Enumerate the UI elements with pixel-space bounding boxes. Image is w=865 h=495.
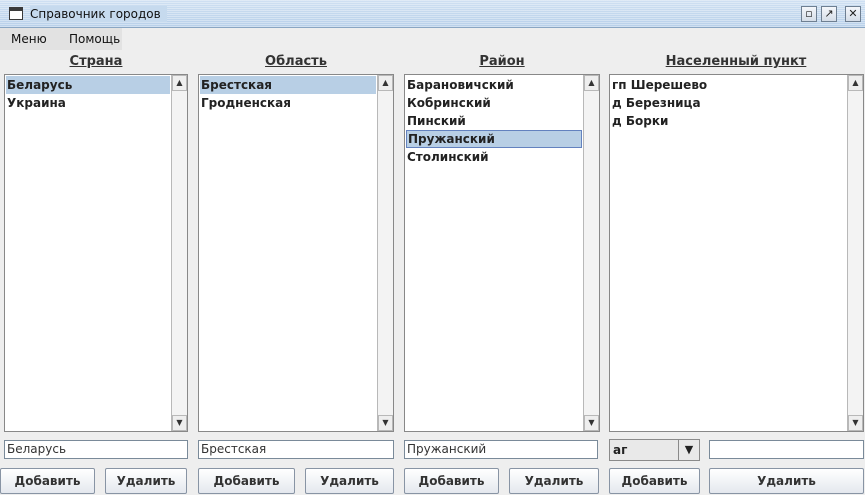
combo-selected-value: аг <box>613 443 628 457</box>
list-item[interactable]: д Борки <box>611 112 846 130</box>
list-item[interactable]: Пружанский <box>406 130 582 148</box>
scroll-down-icon[interactable]: ▼ <box>584 415 599 431</box>
delete-district-button[interactable]: Удалить <box>509 468 599 494</box>
add-country-button[interactable]: Добавить <box>0 468 95 494</box>
close-icon[interactable]: ✕ <box>845 6 861 22</box>
district-field[interactable]: Пружанский <box>404 440 598 459</box>
scroll-up-icon[interactable]: ▲ <box>584 75 599 91</box>
maximize-icon[interactable]: ↗ <box>821 6 837 22</box>
list-item[interactable]: Барановичский <box>406 76 582 94</box>
list-item[interactable]: Кобринский <box>406 94 582 112</box>
list-item[interactable]: Украина <box>6 94 170 112</box>
country-list[interactable]: Беларусь Украина ▲ ▼ <box>4 74 188 432</box>
window-icon <box>9 7 23 20</box>
window-title: Справочник городов <box>30 6 167 22</box>
scrollbar[interactable]: ▲ ▼ <box>583 75 599 431</box>
delete-settlement-button[interactable]: Удалить <box>709 468 864 494</box>
region-list[interactable]: Брестская Гродненская ▲ ▼ <box>198 74 394 432</box>
list-item[interactable]: Гродненская <box>200 94 376 112</box>
scroll-up-icon[interactable]: ▲ <box>172 75 187 91</box>
delete-region-button[interactable]: Удалить <box>305 468 394 494</box>
add-region-button[interactable]: Добавить <box>198 468 295 494</box>
list-item[interactable]: д Березница <box>611 94 846 112</box>
chevron-down-icon[interactable]: ▼ <box>678 440 699 460</box>
country-field[interactable]: Беларусь <box>4 440 188 459</box>
scroll-up-icon[interactable]: ▲ <box>378 75 393 91</box>
region-field[interactable]: Брестская <box>198 440 394 459</box>
list-item[interactable]: гп Шерешево <box>611 76 846 94</box>
menu-help[interactable]: Помощь <box>67 28 122 50</box>
scrollbar[interactable]: ▲ ▼ <box>377 75 393 431</box>
scrollbar[interactable]: ▲ ▼ <box>847 75 863 431</box>
settlement-type-combo[interactable]: аг ▼ <box>609 439 700 461</box>
header-region: Область <box>265 54 327 69</box>
header-settlement: Населенный пункт <box>665 54 807 69</box>
list-item[interactable]: Беларусь <box>6 76 170 94</box>
district-list[interactable]: Барановичский Кобринский Пинский Пружанс… <box>404 74 600 432</box>
menu-main[interactable]: Меню <box>9 28 49 50</box>
minimize-icon[interactable]: ▫ <box>801 6 817 22</box>
list-item[interactable]: Пинский <box>406 112 582 130</box>
scroll-down-icon[interactable]: ▼ <box>378 415 393 431</box>
delete-country-button[interactable]: Удалить <box>105 468 187 494</box>
list-item[interactable]: Брестская <box>200 76 376 94</box>
scroll-down-icon[interactable]: ▼ <box>172 415 187 431</box>
add-district-button[interactable]: Добавить <box>404 468 499 494</box>
scroll-up-icon[interactable]: ▲ <box>848 75 863 91</box>
scroll-down-icon[interactable]: ▼ <box>848 415 863 431</box>
settlement-field[interactable] <box>709 440 864 459</box>
scrollbar[interactable]: ▲ ▼ <box>171 75 187 431</box>
list-item[interactable]: Столинский <box>406 148 582 166</box>
header-district: Район <box>479 54 525 69</box>
header-country: Страна <box>69 54 123 69</box>
settlement-list[interactable]: гп Шерешево д Березница д Борки ▲ ▼ <box>609 74 864 432</box>
add-settlement-button[interactable]: Добавить <box>609 468 700 494</box>
